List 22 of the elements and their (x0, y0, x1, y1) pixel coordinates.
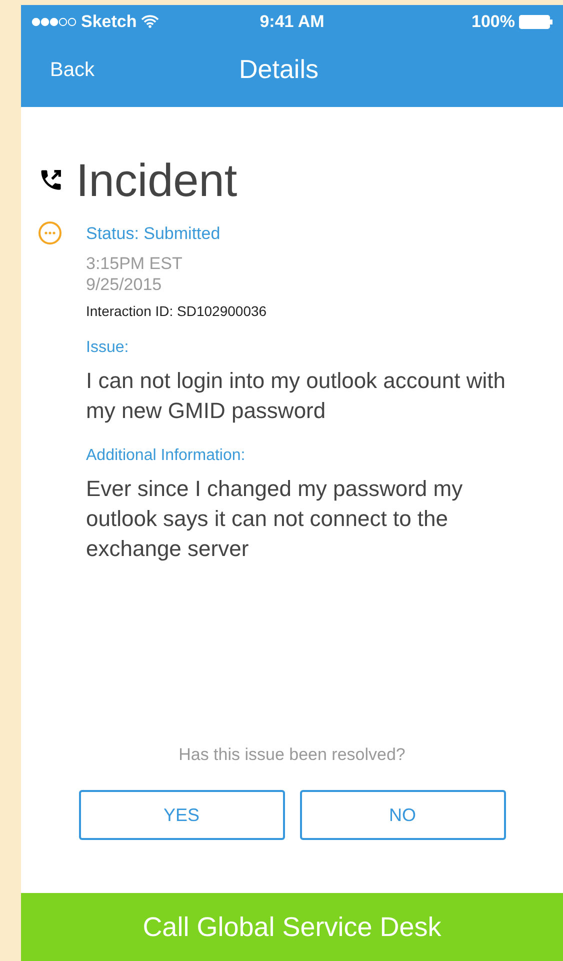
page-title: Details (239, 53, 318, 86)
ticket-type: Incident (76, 157, 238, 203)
ticket-date: 9/25/2015 (86, 274, 163, 295)
battery-icon (519, 14, 553, 28)
interaction-id: Interaction ID: SD102900036 (86, 302, 267, 321)
section-label: Issue: (86, 338, 130, 358)
ticket-time: 3:15PM EST (86, 252, 184, 274)
section-label: Additional Information: (86, 446, 246, 466)
more-icon (38, 221, 62, 245)
call-service-desk-button[interactable]: Call Global Service Desk (21, 893, 563, 961)
signal-icon (31, 16, 77, 26)
ticket-status: Status: Submitted (86, 223, 222, 245)
section-text: I can not login into my outlook account with my new GMID password (86, 367, 506, 425)
battery-percent: 100% (472, 10, 515, 33)
back-button[interactable]: Back (50, 54, 94, 90)
resolved-question: Has this issue been resolved? (178, 744, 406, 766)
status-time: 9:41 AM (260, 10, 324, 33)
wifi-icon (140, 15, 159, 28)
section-text: Ever since I changed my password my outlook says it can not connect to the exchange server (86, 475, 464, 563)
answer-button[interactable]: YES (78, 790, 284, 840)
answer-button[interactable]: NO (300, 790, 506, 840)
carrier-name: Sketch (81, 10, 137, 33)
